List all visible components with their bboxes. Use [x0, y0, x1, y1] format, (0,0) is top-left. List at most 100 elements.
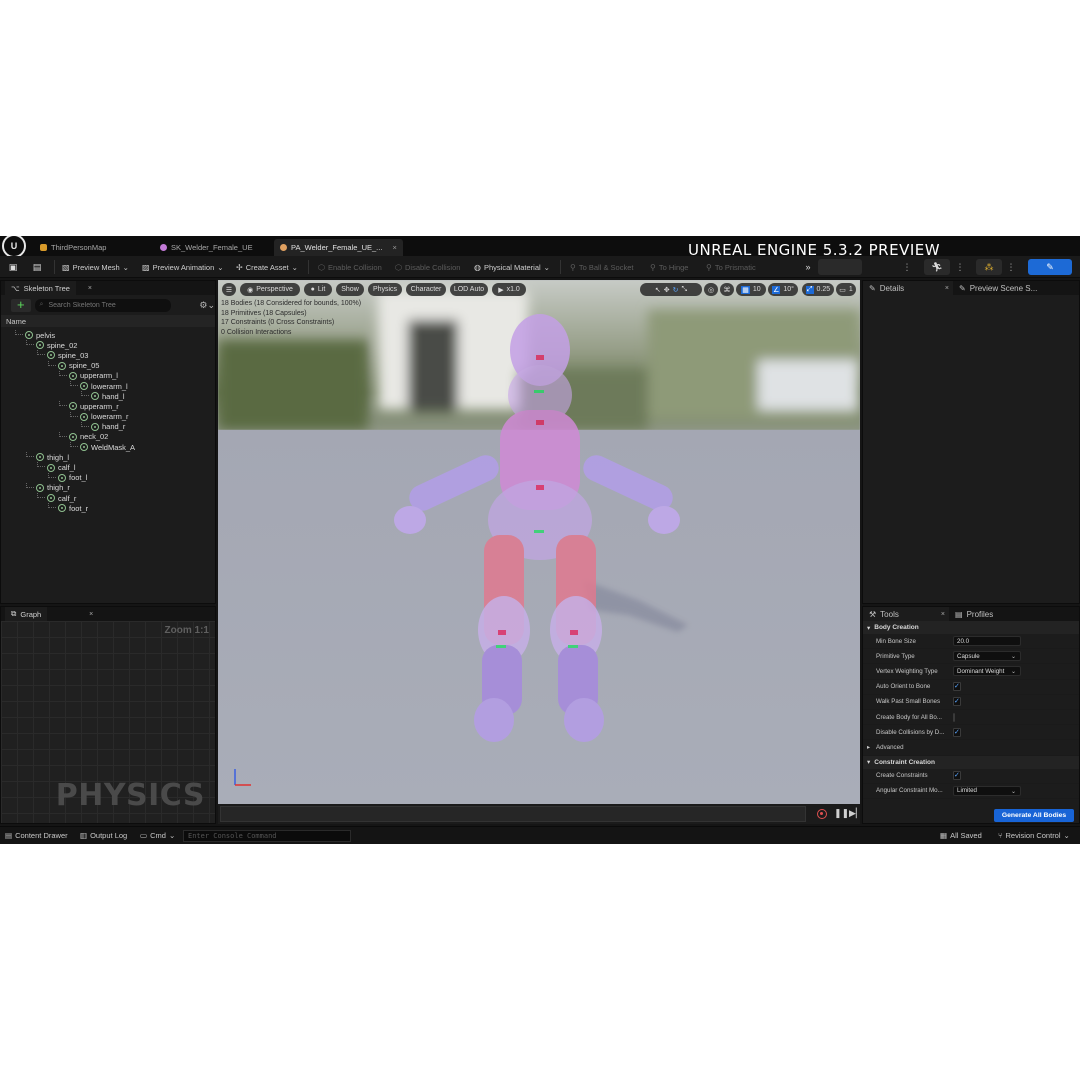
graph-canvas[interactable]: Zoom 1:1 PHYSICS: [1, 621, 215, 823]
bone-icon: [69, 371, 77, 380]
to-ball-socket-button[interactable]: ⚲ To Ball & Socket: [570, 259, 633, 275]
tab-physics-asset[interactable]: PA_Welder_Female_UE_... ×: [274, 239, 403, 256]
playback-speed-button[interactable]: ▶ x1.0: [492, 283, 526, 296]
blueprint-mode-icon[interactable]: ⁂: [976, 259, 1002, 275]
search-field[interactable]: ⌕: [34, 298, 172, 312]
camera-speed-button[interactable]: ▭ 1: [836, 283, 856, 296]
auto-orient-checkbox[interactable]: ✓: [953, 682, 961, 692]
viewport-menu-icon[interactable]: ☰: [222, 283, 236, 296]
bone-row[interactable]: hand_l: [1, 391, 215, 401]
column-header-name[interactable]: Name: [1, 315, 215, 327]
bone-row[interactable]: hand_r: [1, 421, 215, 432]
bone-row[interactable]: WeldMask_A: [1, 442, 215, 452]
unreal-logo-icon[interactable]: U: [2, 236, 26, 258]
step-forward-icon[interactable]: ▶▏: [849, 808, 863, 819]
add-button[interactable]: +: [11, 298, 31, 312]
bone-row[interactable]: lowerarm_r: [1, 411, 215, 422]
close-icon[interactable]: ×: [945, 285, 949, 292]
walk-past-checkbox[interactable]: ✓: [953, 697, 961, 707]
tab-third-person-map[interactable]: ThirdPersonMap: [34, 239, 112, 256]
more-options-icon[interactable]: ⋮: [955, 259, 965, 275]
generate-all-bodies-button[interactable]: Generate All Bodies: [994, 809, 1074, 822]
bone-row[interactable]: upperarm_l: [1, 370, 215, 381]
more-options-icon[interactable]: ⋮: [900, 259, 914, 275]
lod-button[interactable]: LOD Auto: [450, 283, 488, 296]
browse-icon[interactable]: ▤: [30, 259, 44, 275]
to-prismatic-button[interactable]: ⚲ To Prismatic: [706, 259, 756, 275]
tab-graph[interactable]: ⧉ Graph ×: [5, 607, 93, 621]
all-saved-status[interactable]: ▦ All Saved: [940, 831, 982, 840]
bone-row[interactable]: calf_r: [1, 493, 215, 503]
lit-button[interactable]: ● Lit: [304, 283, 332, 296]
preview-mesh-button[interactable]: ▧ Preview Mesh ⌄: [62, 259, 129, 275]
scale-snap-button[interactable]: ⤢ 0.25: [802, 283, 834, 296]
world-space-icon[interactable]: ◎: [704, 283, 718, 296]
content-drawer-button[interactable]: ▤ Content Drawer: [5, 831, 68, 840]
advanced-row[interactable]: ▸ Advanced: [863, 740, 1079, 756]
bone-row[interactable]: lowerarm_l: [1, 380, 215, 391]
bone-row[interactable]: spine_05: [1, 360, 215, 371]
rotation-snap-button[interactable]: ∠ 10°: [768, 283, 798, 296]
create-body-all-checkbox[interactable]: [953, 712, 955, 722]
disable-collisions-checkbox[interactable]: ✓: [953, 727, 961, 737]
console-input[interactable]: Enter Console Command: [183, 830, 351, 842]
bone-row[interactable]: thigh_r: [1, 482, 215, 493]
search-input[interactable]: [48, 301, 159, 309]
physics-mode-button[interactable]: ✎: [1028, 259, 1072, 275]
rotation-snap-value: 10°: [783, 286, 794, 293]
create-constraints-checkbox[interactable]: ✓: [953, 771, 961, 781]
overflow-chevrons-icon[interactable]: »: [802, 259, 814, 275]
animation-mode-icon[interactable]: 🏃︎: [924, 259, 950, 275]
to-hinge-button[interactable]: ⚲ To Hinge: [650, 259, 688, 275]
cmd-dropdown[interactable]: ▭ Cmd ⌄: [140, 831, 175, 840]
bone-row[interactable]: thigh_l: [1, 452, 215, 462]
preview-viewport[interactable]: ☰ ◉ Perspective ● Lit Show Physics Chara…: [218, 280, 860, 804]
tab-preview-scene[interactable]: ✎ Preview Scene S...: [953, 281, 1044, 295]
preview-animation-button[interactable]: ▨ Preview Animation ⌄: [142, 259, 224, 275]
save-icon[interactable]: ▣: [6, 259, 20, 275]
body-creation-section[interactable]: ▾ Body Creation: [863, 621, 1079, 634]
output-log-button[interactable]: ▥ Output Log: [80, 831, 127, 840]
record-icon[interactable]: [817, 809, 827, 819]
bone-row[interactable]: foot_r: [1, 503, 215, 513]
close-icon[interactable]: ×: [941, 611, 945, 618]
perspective-button[interactable]: ◉ Perspective: [240, 283, 300, 296]
min-bone-size-input[interactable]: 20.0: [953, 636, 1021, 647]
bone-row[interactable]: foot_l: [1, 472, 215, 483]
constraint-creation-section[interactable]: ▾ Constraint Creation: [863, 755, 1079, 769]
timeline-scrubber[interactable]: [220, 806, 806, 822]
tab-skeleton-tree[interactable]: ⌥ Skeleton Tree ×: [5, 281, 92, 295]
revision-control-button[interactable]: ⑂ Revision Control ⌄: [998, 831, 1070, 840]
tab-profiles[interactable]: ▤ Profiles: [949, 607, 1000, 621]
vertex-weighting-dropdown[interactable]: Dominant Weight ⌄: [953, 666, 1021, 677]
bone-row[interactable]: neck_02: [1, 431, 215, 442]
bone-row[interactable]: upperarm_r: [1, 401, 215, 411]
mode-skeleton-button[interactable]: [818, 259, 862, 275]
transform-tools-group[interactable]: ↖ ✥ ↻ ⤡: [640, 283, 702, 296]
bone-row[interactable]: pelvis: [1, 330, 215, 340]
angular-constraint-dropdown[interactable]: Limited ⌄: [953, 785, 1021, 796]
character-menu-button[interactable]: Character: [406, 283, 446, 296]
close-icon[interactable]: ×: [88, 285, 92, 292]
physics-menu-button[interactable]: Physics: [368, 283, 402, 296]
bone-row[interactable]: calf_l: [1, 462, 215, 472]
enable-collision-button[interactable]: ⬡ Enable Collision: [318, 259, 382, 275]
gear-icon[interactable]: ⚙︎⌄: [199, 300, 215, 311]
tab-details[interactable]: ✎ Details ×: [863, 281, 953, 295]
more-options-icon[interactable]: ⋮: [1006, 259, 1016, 275]
disable-collision-button[interactable]: ⬡ Disable Collision: [395, 259, 460, 275]
show-button[interactable]: Show: [336, 283, 364, 296]
create-asset-button[interactable]: ✢ Create Asset ⌄: [236, 259, 298, 275]
bone-row[interactable]: spine_03: [1, 350, 215, 360]
physical-material-button[interactable]: ◍ Physical Material ⌄: [474, 259, 550, 275]
chevron-down-icon: ⌄: [291, 262, 298, 272]
primitive-type-dropdown[interactable]: Capsule ⌄: [953, 651, 1021, 662]
bone-row[interactable]: spine_02: [1, 340, 215, 350]
tab-skeletal-mesh[interactable]: SK_Welder_Female_UE: [154, 239, 259, 256]
pause-icon[interactable]: ❚❚: [834, 808, 849, 819]
grid-snap-button[interactable]: ▦ 10: [736, 283, 766, 296]
surface-snap-icon[interactable]: ⌘: [720, 283, 734, 296]
tab-tools[interactable]: ⚒ Tools ×: [863, 607, 949, 621]
close-icon[interactable]: ×: [89, 611, 93, 618]
close-icon[interactable]: ×: [392, 243, 396, 252]
